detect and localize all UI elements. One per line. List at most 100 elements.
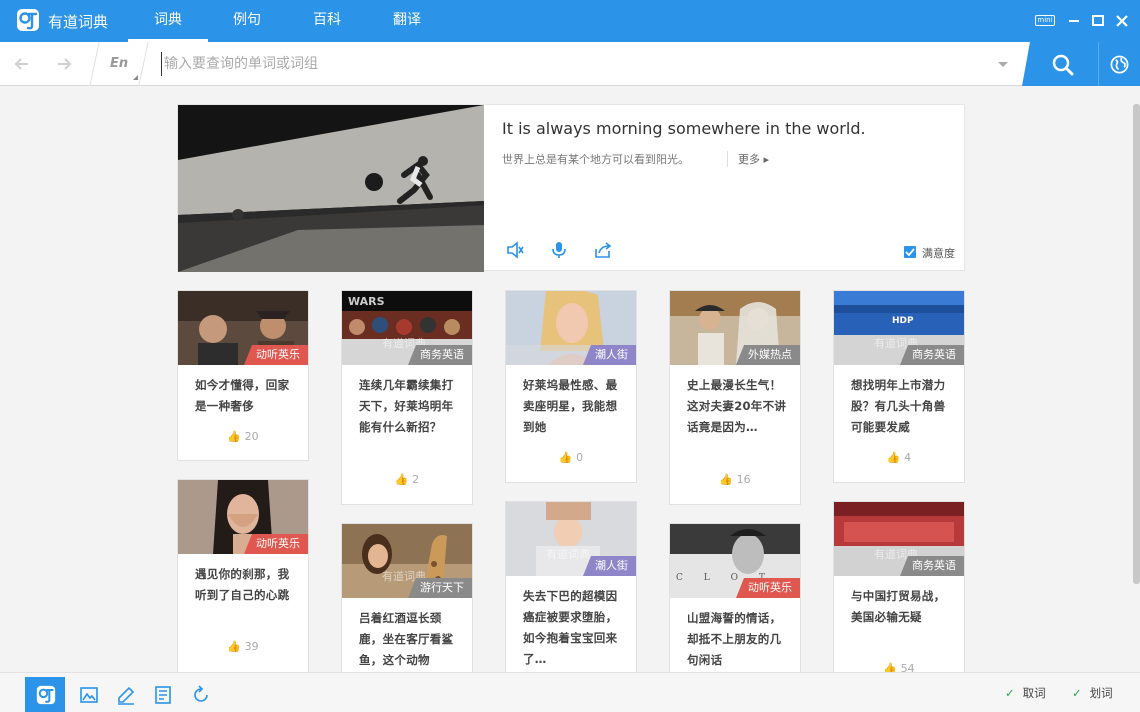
watermark: 有道词典: [546, 548, 590, 561]
card-title: 遇见你的刹那，我听到了自己的心跳: [195, 567, 290, 602]
article-card[interactable]: 有道词典 游行天下 吕着红酒逗长颈鹿，坐在客厅看鲨鱼，这个动物: [341, 523, 473, 672]
tab-translate[interactable]: 翻译: [367, 0, 447, 42]
card-title: 失去下巴的超模因癌症被要求堕胎，如今抱着宝宝回来了…: [523, 589, 618, 666]
card-likes: 👍 54: [834, 662, 964, 672]
card-image: HDP 有道词典 商务英语: [834, 291, 964, 365]
card-tag: 潮人街: [583, 345, 636, 365]
select-lookup-label: 划词: [1089, 686, 1113, 700]
article-card[interactable]: WARS 有道词典 商务英语 连续几年霸续集打天下，好莱坞明年能有什么新招？ 👍…: [341, 290, 473, 505]
check-icon: ✓: [1072, 686, 1082, 700]
article-card[interactable]: 外媒热点 史上最漫长生气！这对夫妻20年不讲话竟是因为… 👍 16: [669, 290, 801, 505]
note-icon: [118, 686, 135, 705]
title-bar: 有道词典 词典 例句 百科 翻译 mini: [0, 0, 1140, 42]
thumbs-up-icon: 👍: [883, 662, 898, 672]
card-title: 山盟海誓的情话，却抵不上朋友的几句闲话: [687, 611, 782, 667]
forward-arrow-icon[interactable]: [54, 54, 74, 74]
share-icon[interactable]: [594, 241, 612, 259]
daily-photo: [178, 105, 484, 272]
content-area: It is always morning somewhere in the wo…: [0, 86, 1140, 672]
image-translate-button[interactable]: [68, 677, 108, 712]
poster-text: HDP: [892, 316, 914, 326]
quick-lookup-label: 取词: [1022, 686, 1046, 700]
card-likes: 👍 20: [178, 430, 308, 443]
checkbox-icon[interactable]: [904, 246, 916, 258]
document-translate-icon: [155, 686, 171, 704]
card-image: 动听英乐: [178, 291, 308, 365]
history-dropdown-icon[interactable]: [998, 62, 1008, 67]
card-image: 外媒热点: [670, 291, 800, 365]
card-image: 有道词典 潮人街: [506, 502, 636, 576]
back-arrow-icon[interactable]: [12, 54, 32, 74]
thumbs-up-icon: 👍: [886, 451, 901, 464]
tab-dictionary[interactable]: 词典: [128, 0, 208, 42]
card-image: 有道词典 游行天下: [342, 524, 472, 598]
card-tag: 动听英乐: [244, 345, 308, 365]
check-icon: ✓: [1005, 686, 1015, 700]
search-button[interactable]: [1022, 42, 1098, 86]
card-likes: 👍 4: [834, 451, 964, 464]
card-tag: 潮人街: [583, 556, 636, 576]
likes-count: 20: [244, 430, 259, 443]
language-label: En: [110, 56, 129, 71]
card-likes: 👍 16: [670, 473, 800, 486]
card-tag: 商务英语: [408, 345, 472, 365]
tab-encyclopedia[interactable]: 百科: [287, 0, 367, 42]
mini-mode-button[interactable]: mini: [1035, 15, 1055, 26]
refresh-button[interactable]: [180, 677, 220, 712]
thumbs-up-icon: 👍: [227, 430, 242, 443]
likes-count: 54: [900, 662, 915, 672]
scrollbar[interactable]: [1133, 104, 1140, 584]
card-image: 有道词典 商务英语: [834, 502, 964, 576]
more-link[interactable]: 更多 ▸: [727, 151, 769, 167]
globe-icon: [1110, 55, 1129, 74]
refresh-icon: [194, 685, 208, 702]
card-title: 吕着红酒逗长颈鹿，坐在客厅看鲨鱼，这个动物: [359, 611, 454, 667]
card-image: C L O T 动听英乐: [670, 524, 800, 598]
article-card[interactable]: 有道词典 潮人街 失去下巴的超模因癌症被要求堕胎，如今抱着宝宝回来了…: [505, 501, 637, 672]
youdao-logo-icon: [36, 685, 56, 705]
document-translate-button[interactable]: [142, 677, 182, 712]
select-lookup-toggle[interactable]: ✓ 划词: [1072, 685, 1113, 701]
card-likes: 👍 0: [506, 451, 636, 464]
thumbs-up-icon: 👍: [394, 473, 409, 486]
dictionary-mode-button[interactable]: [25, 677, 65, 712]
likes-count: 39: [244, 640, 259, 653]
web-translate-button[interactable]: [1098, 42, 1140, 86]
card-likes: 👍 39: [178, 640, 308, 653]
thumbs-up-icon: 👍: [558, 451, 573, 464]
card-title: 好莱坞最性感、最卖座明星，我能想到她: [523, 378, 618, 434]
card-tag: 商务英语: [900, 556, 964, 576]
article-card[interactable]: HDP 有道词典 商务英语 想找明年上市潜力股？有几头十角兽可能要发威 👍 4: [833, 290, 965, 483]
likes-count: 16: [736, 473, 751, 486]
daily-sentence-card: It is always morning somewhere in the wo…: [177, 104, 965, 272]
card-title: 连续几年霸续集打天下，好莱坞明年能有什么新招？: [359, 378, 454, 434]
card-title: 史上最漫长生气！这对夫妻20年不讲话竟是因为…: [687, 378, 787, 434]
bottom-toolbar: ✓ 取词 ✓ 划词: [0, 672, 1140, 712]
tab-examples[interactable]: 例句: [207, 0, 287, 42]
card-title: 与中国打贸易战，美国必输无疑: [851, 589, 946, 624]
quick-lookup-toggle[interactable]: ✓ 取词: [1005, 685, 1046, 701]
speaker-icon[interactable]: [506, 241, 524, 259]
likes-count: 2: [412, 473, 420, 486]
minimize-icon[interactable]: [1065, 12, 1083, 30]
notebook-button[interactable]: [105, 677, 145, 712]
article-card[interactable]: 动听英乐 如今才懂得，回家是一种奢侈 👍 20: [177, 290, 309, 461]
image-translate-icon: [80, 687, 98, 703]
article-card[interactable]: 动听英乐 遇见你的刹那，我听到了自己的心跳 👍 39: [177, 479, 309, 672]
card-tag: 商务英语: [900, 345, 964, 365]
close-icon[interactable]: [1113, 12, 1131, 30]
article-card[interactable]: 潮人街 好莱坞最性感、最卖座明星，我能想到她 👍 0: [505, 290, 637, 483]
article-card[interactable]: C L O T 动听英乐 山盟海誓的情话，却抵不上朋友的几句闲话: [669, 523, 801, 672]
card-tag: 游行天下: [408, 578, 472, 598]
satisfaction-label: 满意度: [922, 247, 955, 260]
youdao-logo-icon: [17, 9, 39, 31]
maximize-icon[interactable]: [1089, 12, 1107, 30]
thumbs-up-icon: 👍: [227, 640, 242, 653]
daily-sentence-text[interactable]: It is always morning somewhere in the wo…: [502, 119, 866, 138]
microphone-icon[interactable]: [550, 241, 568, 259]
card-tag: 动听英乐: [244, 534, 308, 554]
article-card[interactable]: 有道词典 商务英语 与中国打贸易战，美国必输无疑 👍 54: [833, 501, 965, 672]
likes-count: 0: [576, 451, 584, 464]
search-input[interactable]: [161, 52, 991, 76]
card-title: 如今才懂得，回家是一种奢侈: [195, 378, 290, 413]
